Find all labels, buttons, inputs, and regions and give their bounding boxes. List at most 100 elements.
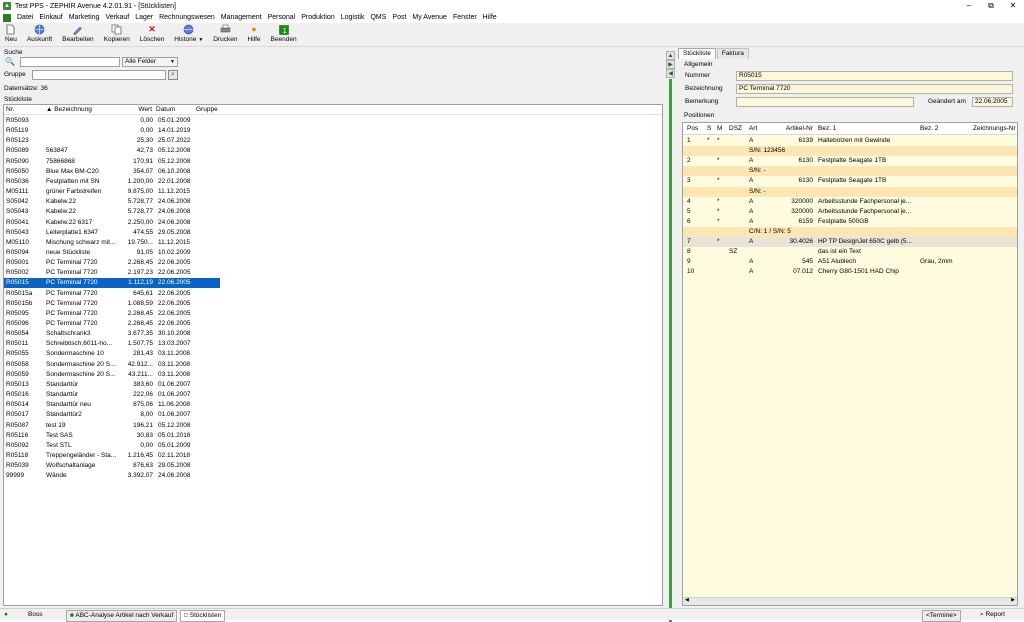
arrow-up-icon[interactable]: ▲	[666, 51, 675, 60]
menu-qms[interactable]: QMS	[367, 12, 389, 23]
arrow-left-icon[interactable]: ◀	[666, 69, 675, 78]
horizontal-scrollbar[interactable]: ◀ ▶	[683, 597, 1017, 605]
col-artnr-header[interactable]: Artikel-Nr	[779, 123, 813, 135]
list-row[interactable]: R05015b PC Terminal 7720 1.088,59 22.06.200…	[4, 299, 662, 309]
list-row[interactable]: R05089 563847 42,73 05.12.2008	[4, 146, 662, 156]
col-gruppe-header[interactable]: Gruppe	[194, 105, 234, 114]
col-bez1-header[interactable]: Bez. 1	[818, 123, 836, 135]
menu-einkauf[interactable]: Einkauf	[36, 12, 65, 23]
maximize-icon[interactable]: ⧉	[980, 0, 1002, 12]
menu-hilfe[interactable]: Hilfe	[480, 12, 500, 23]
position-row[interactable]: 4 * A 320000 Arbeitsstunde Fachpersonal je..…	[683, 197, 1017, 207]
position-row[interactable]: 6 * A 6159 Festplatte 500GB	[683, 217, 1017, 227]
print-button[interactable]: Drucken	[208, 23, 242, 45]
position-row[interactable]: 5 * A 320000 Arbeitsstunde Fachpersonal je..…	[683, 207, 1017, 217]
taskbar-tab-abc-analyse[interactable]: ■ ABC-Analyse Artikel nach Verkauf	[66, 610, 178, 622]
position-serial-row[interactable]: S/N: 123456	[683, 146, 1017, 157]
col-datum-header[interactable]: Datum	[154, 105, 194, 114]
position-row[interactable]: 9 A 545 A51 Alublech Grau, 2mm	[683, 257, 1017, 267]
help-button[interactable]: ● Hilfe	[243, 23, 266, 45]
list-row[interactable]: R05094 neue Stückliste 91,05 10.02.2009	[4, 248, 662, 258]
list-row[interactable]: R05058 Sondermaschine 20 S... 42.912... 03.…	[4, 360, 662, 370]
copy-button[interactable]: Kopieren	[99, 23, 135, 45]
position-serial-row[interactable]: S/N: -	[683, 166, 1017, 177]
group-lookup-button[interactable]: ⌕	[168, 70, 178, 80]
list-row[interactable]: M05111 grüner Farbstreifen 9.875,00 11.12.2…	[4, 187, 662, 197]
list-row[interactable]: R05013 Standarttür 383,60 01.06.2007	[4, 380, 662, 390]
list-row[interactable]: 99999 Wände 3.392,07 24.06.2008	[4, 471, 662, 481]
exit-button[interactable]: 1 Beenden	[266, 23, 302, 45]
edit-button[interactable]: Bearbeiten	[57, 23, 98, 45]
position-serial-row[interactable]: C/N: 1 / S/N: 5	[683, 226, 1017, 237]
positions-table[interactable]: Pos S M DSZ Art Artikel-Nr Bez. 1 Bez. 2…	[682, 122, 1018, 606]
scroll-left-icon[interactable]: ◀	[685, 597, 689, 603]
list-row[interactable]: R05118 Treppengeländer - Sta... 1.216,45 02…	[4, 451, 662, 461]
list-row[interactable]: R05002 PC Terminal 7720 2.197,23 22.06.2005	[4, 268, 662, 278]
menu-post[interactable]: Post	[389, 12, 409, 23]
auskunft-button[interactable]: Auskunft	[22, 23, 57, 45]
position-row[interactable]: 8 SZ das ist ein Text	[683, 247, 1017, 257]
list-row[interactable]: R05036 Festplatten mit SN 1.200,00 22.01.20…	[4, 177, 662, 187]
list-row[interactable]: R05090 75866868 170,91 05.12.2008	[4, 157, 662, 167]
taskbar-tab-stuecklisten[interactable]: □ Stücklisten	[180, 610, 226, 622]
col-bezeichnung-header[interactable]: ▲ Bezeichnung	[44, 105, 124, 114]
minimize-icon[interactable]: –	[958, 0, 980, 12]
group-input[interactable]	[32, 70, 166, 80]
menu-personal[interactable]: Personal	[265, 12, 299, 23]
col-wert-header[interactable]: Wert	[124, 105, 154, 114]
col-art-header[interactable]: Art	[749, 123, 757, 135]
list-row[interactable]: R05015 PC Terminal 7720 1.112,19 22.06.2005	[4, 278, 220, 289]
menu-marketing[interactable]: Marketing	[66, 12, 103, 23]
col-dsz-header[interactable]: DSZ	[729, 123, 742, 135]
list-row[interactable]: M05110 Mischung schwarz mit... 19.750... 11…	[4, 238, 662, 248]
bom-list[interactable]: Nr. ▲ Bezeichnung Wert Datum Gruppe R050…	[3, 104, 663, 606]
list-row[interactable]: R05096 PC Terminal 7720 2.268,45 22.06.2005	[4, 319, 662, 329]
list-row[interactable]: R05095 PC Terminal 7720 2.268,45 22.06.2005	[4, 309, 662, 319]
col-nr-header[interactable]: Nr.	[4, 105, 44, 114]
col-bez2-header[interactable]: Bez. 2	[920, 123, 938, 135]
history-button[interactable]: Historie ▼	[169, 23, 208, 45]
menu-fenster[interactable]: Fenster	[450, 12, 480, 23]
panel-splitter[interactable]: ▲ ▶ ◀	[666, 47, 678, 622]
col-pos-header[interactable]: Pos	[687, 123, 698, 135]
list-row[interactable]: R05059 Sondermaschine 20 S... 43.211... 03.…	[4, 370, 662, 380]
list-row[interactable]: R05014 Standarttür neu 875,06 11.06.2008	[4, 400, 662, 410]
list-row[interactable]: R05016 Standarttür 222,06 01.06.2007	[4, 390, 662, 400]
menu-management[interactable]: Management	[218, 12, 265, 23]
position-row[interactable]: 2 * A 6130 Festplatte Seagate 1TB	[683, 156, 1017, 166]
menu-logistik[interactable]: Logistik	[338, 12, 368, 23]
list-row[interactable]: R05043 Leiterplatte1 6347 474,55 29.05.2008	[4, 228, 662, 238]
list-row[interactable]: S05043 Kabelw.22 5.728,77 24.06.2008	[4, 207, 662, 217]
col-zeichnungsnr-header[interactable]: Zeichnungs-Nr	[973, 123, 1016, 135]
list-row[interactable]: R05055 Sondermaschine 10 281,43 03.11.2008	[4, 349, 662, 359]
position-row[interactable]: 3 * A 6130 Festplatte Seagate 1TB	[683, 176, 1017, 186]
position-serial-row[interactable]: S/N: -	[683, 186, 1017, 197]
search-input[interactable]	[20, 57, 120, 67]
list-row[interactable]: R05039 Wolfschaltanlage 876,63 29.05.2008	[4, 461, 662, 471]
list-row[interactable]: R05092 Test STL 0,00 05.01.2009	[4, 441, 662, 451]
list-row[interactable]: R05015a PC Terminal 7720 645,61 22.06.2005	[4, 289, 662, 299]
list-row[interactable]: R05011 Schreibtisch,6011-ho... 1.507,75 13.…	[4, 339, 662, 349]
list-row[interactable]: R05017 Standarttür2 8,00 01.06.2007	[4, 410, 662, 420]
dropdown-arrow-icon[interactable]: ▼	[198, 37, 203, 43]
delete-button[interactable]: ✕ Löschen	[135, 23, 170, 45]
menu-my-avenue[interactable]: My Avenue	[409, 12, 450, 23]
menu-rechnungswesen[interactable]: Rechnungswesen	[156, 12, 218, 23]
menu-verkauf[interactable]: Verkauf	[102, 12, 132, 23]
bezeichnung-field[interactable]: PC Terminal 7720	[736, 84, 1013, 94]
position-row[interactable]: 7 * A 30.4026 HP TP DesignJet 650C gelb (5..…	[683, 237, 1017, 247]
list-row[interactable]: R05001 PC Terminal 7720 2.268,45 22.06.2005	[4, 258, 662, 268]
close-icon[interactable]: ✕	[1002, 0, 1024, 12]
tab-stueckliste[interactable]: Stückliste	[678, 48, 716, 59]
termine-button[interactable]: <Termine>	[922, 610, 961, 622]
list-row[interactable]: R05087 test 19 196,21 05.12.2008	[4, 421, 662, 431]
list-row[interactable]: R05119 0,00 14.01.2019	[4, 126, 662, 136]
menu-produktion[interactable]: Produktion	[298, 12, 337, 23]
search-field-select[interactable]: Alle Felder ▼	[122, 57, 178, 67]
scroll-right-icon[interactable]: ▶	[1011, 597, 1015, 603]
col-m-header[interactable]: M	[717, 123, 722, 135]
list-row[interactable]: R05123 25,30 25.07.2022	[4, 136, 662, 146]
position-row[interactable]: 1 * * A 6139 Haltebolzen mit Gewinde	[683, 136, 1017, 146]
bemerkung-field[interactable]	[736, 97, 914, 107]
list-row[interactable]: R05041 Kabelw.22 6317 2.250,00 24.06.2008	[4, 218, 662, 228]
